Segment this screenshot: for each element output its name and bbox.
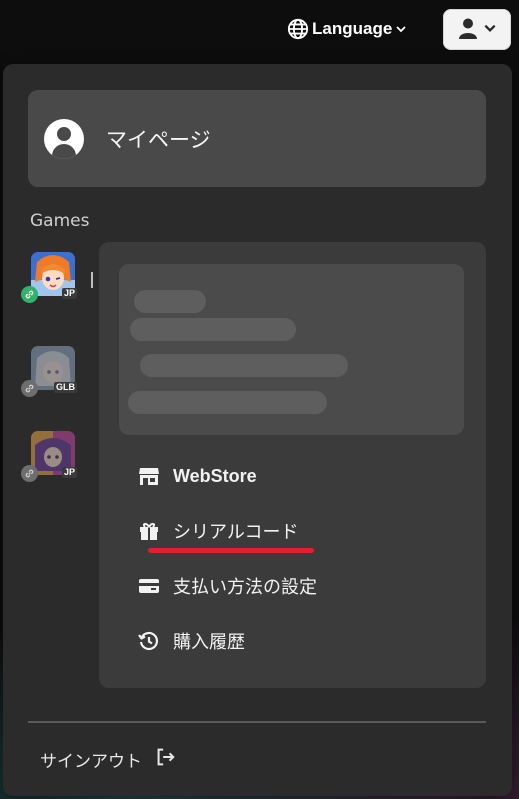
payment-settings-label: 支払い方法の設定	[173, 577, 317, 598]
avatar-icon	[44, 118, 84, 159]
signout-button[interactable]: サインアウト	[40, 745, 176, 773]
link-icon	[21, 465, 38, 482]
purchase-history-label: 購入履歴	[173, 632, 245, 653]
loading-skeleton-card	[119, 264, 464, 435]
games-title: Games	[30, 211, 90, 231]
game-item[interactable]: JP	[19, 431, 85, 497]
serial-code-link[interactable]: シリアルコード	[137, 517, 298, 545]
region-badge: JP	[61, 467, 77, 478]
highlight-underline	[148, 548, 314, 553]
skeleton-line	[128, 391, 327, 414]
account-dropdown-menu: マイページ Games JP GLB JP WebStore シリアルコード 支…	[3, 64, 512, 796]
region-badge: GLB	[54, 382, 77, 393]
user-icon	[457, 17, 479, 43]
chevron-down-icon	[483, 20, 497, 39]
mypage-button[interactable]: マイページ	[28, 90, 486, 187]
webstore-link[interactable]: WebStore	[137, 462, 257, 490]
game-item[interactable]: GLB	[19, 346, 85, 412]
link-icon	[21, 380, 38, 397]
selection-caret	[91, 272, 93, 288]
mypage-label: マイページ	[106, 127, 211, 152]
payment-settings-link[interactable]: 支払い方法の設定	[137, 572, 317, 600]
language-selector[interactable]: Language	[287, 16, 407, 42]
history-icon	[137, 629, 161, 653]
region-badge: JP	[61, 288, 77, 299]
purchase-history-link[interactable]: 購入履歴	[137, 627, 245, 655]
serial-code-label: シリアルコード	[173, 522, 299, 543]
signout-label: サインアウト	[40, 751, 142, 772]
gift-icon	[137, 519, 161, 543]
globe-icon	[287, 18, 309, 40]
game-detail-panel: WebStore シリアルコード 支払い方法の設定 購入履歴	[99, 242, 486, 688]
skeleton-line	[130, 318, 296, 341]
language-label: Language	[312, 19, 393, 38]
user-menu-button[interactable]	[443, 9, 511, 50]
chevron-down-icon	[395, 23, 407, 35]
store-icon	[137, 464, 161, 488]
menu-divider	[28, 721, 486, 723]
card-icon	[137, 574, 161, 598]
game-item[interactable]: JP	[19, 252, 85, 318]
skeleton-line	[134, 290, 206, 313]
top-bar: Language	[0, 0, 519, 62]
link-icon	[21, 286, 38, 303]
signout-icon	[154, 746, 176, 773]
webstore-label: WebStore	[173, 465, 257, 486]
skeleton-line	[140, 354, 348, 377]
